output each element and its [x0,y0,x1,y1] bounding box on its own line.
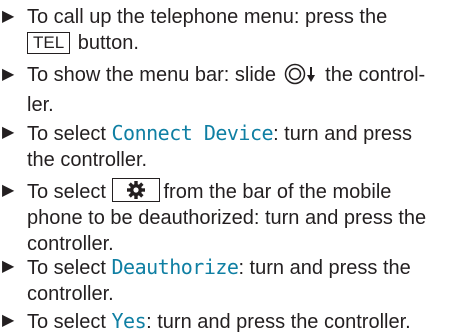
bullet-arrow: ▶ [2,124,15,141]
controller-slide-down-icon [284,63,318,92]
bullet-arrow: ▶ [2,66,15,83]
step-text: controller. [27,233,114,255]
step-select-connect-device: ▶ To select Connect Device: turn and pre… [0,120,463,173]
instruction-list: ▶ To call up the telephone menu: press t… [0,0,463,336]
step-text: controller. [27,283,114,305]
step-text: To select [27,181,106,203]
step-text: the controller. [27,149,148,171]
step-select-settings: ▶ To select from the bar of the mobile p… [0,178,463,257]
yes-term: Yes [111,309,147,333]
connect-device-term: Connect Device [111,121,274,145]
bullet-arrow: ▶ [2,182,15,199]
step-text: phone to be deauthorized: turn and press… [27,207,427,229]
step-text: : turn and press the controller. [146,311,411,333]
step-text: To select [27,123,112,145]
gear-icon [111,178,160,202]
step-show-menu-bar: ▶ To show the menu bar: slide the contro… [0,62,463,118]
step-text: button. [72,32,139,54]
step-call-telephone-menu: ▶ To call up the telephone menu: press t… [0,4,463,56]
step-text: To call up the telephone menu: press the [27,6,388,28]
tel-key-label: TEL [27,32,71,54]
deauthorize-term: Deauthorize [111,255,239,279]
step-text: from the bar of the mobile [163,181,392,203]
step-text: ler. [27,94,54,116]
step-text: To show the menu bar: slide [27,64,277,86]
bullet-arrow: ▶ [2,258,15,275]
step-text: To select [27,311,112,333]
step-text: the control- [325,64,426,86]
step-text: To select [27,257,112,279]
step-text: : turn and press the [238,257,411,279]
step-select-deauthorize: ▶ To select Deauthorize: turn and press … [0,254,463,307]
bullet-arrow: ▶ [2,312,15,329]
step-text: : turn and press [273,123,413,145]
step-select-yes: ▶ To select Yes: turn and press the cont… [0,308,463,335]
bullet-arrow: ▶ [2,8,15,25]
